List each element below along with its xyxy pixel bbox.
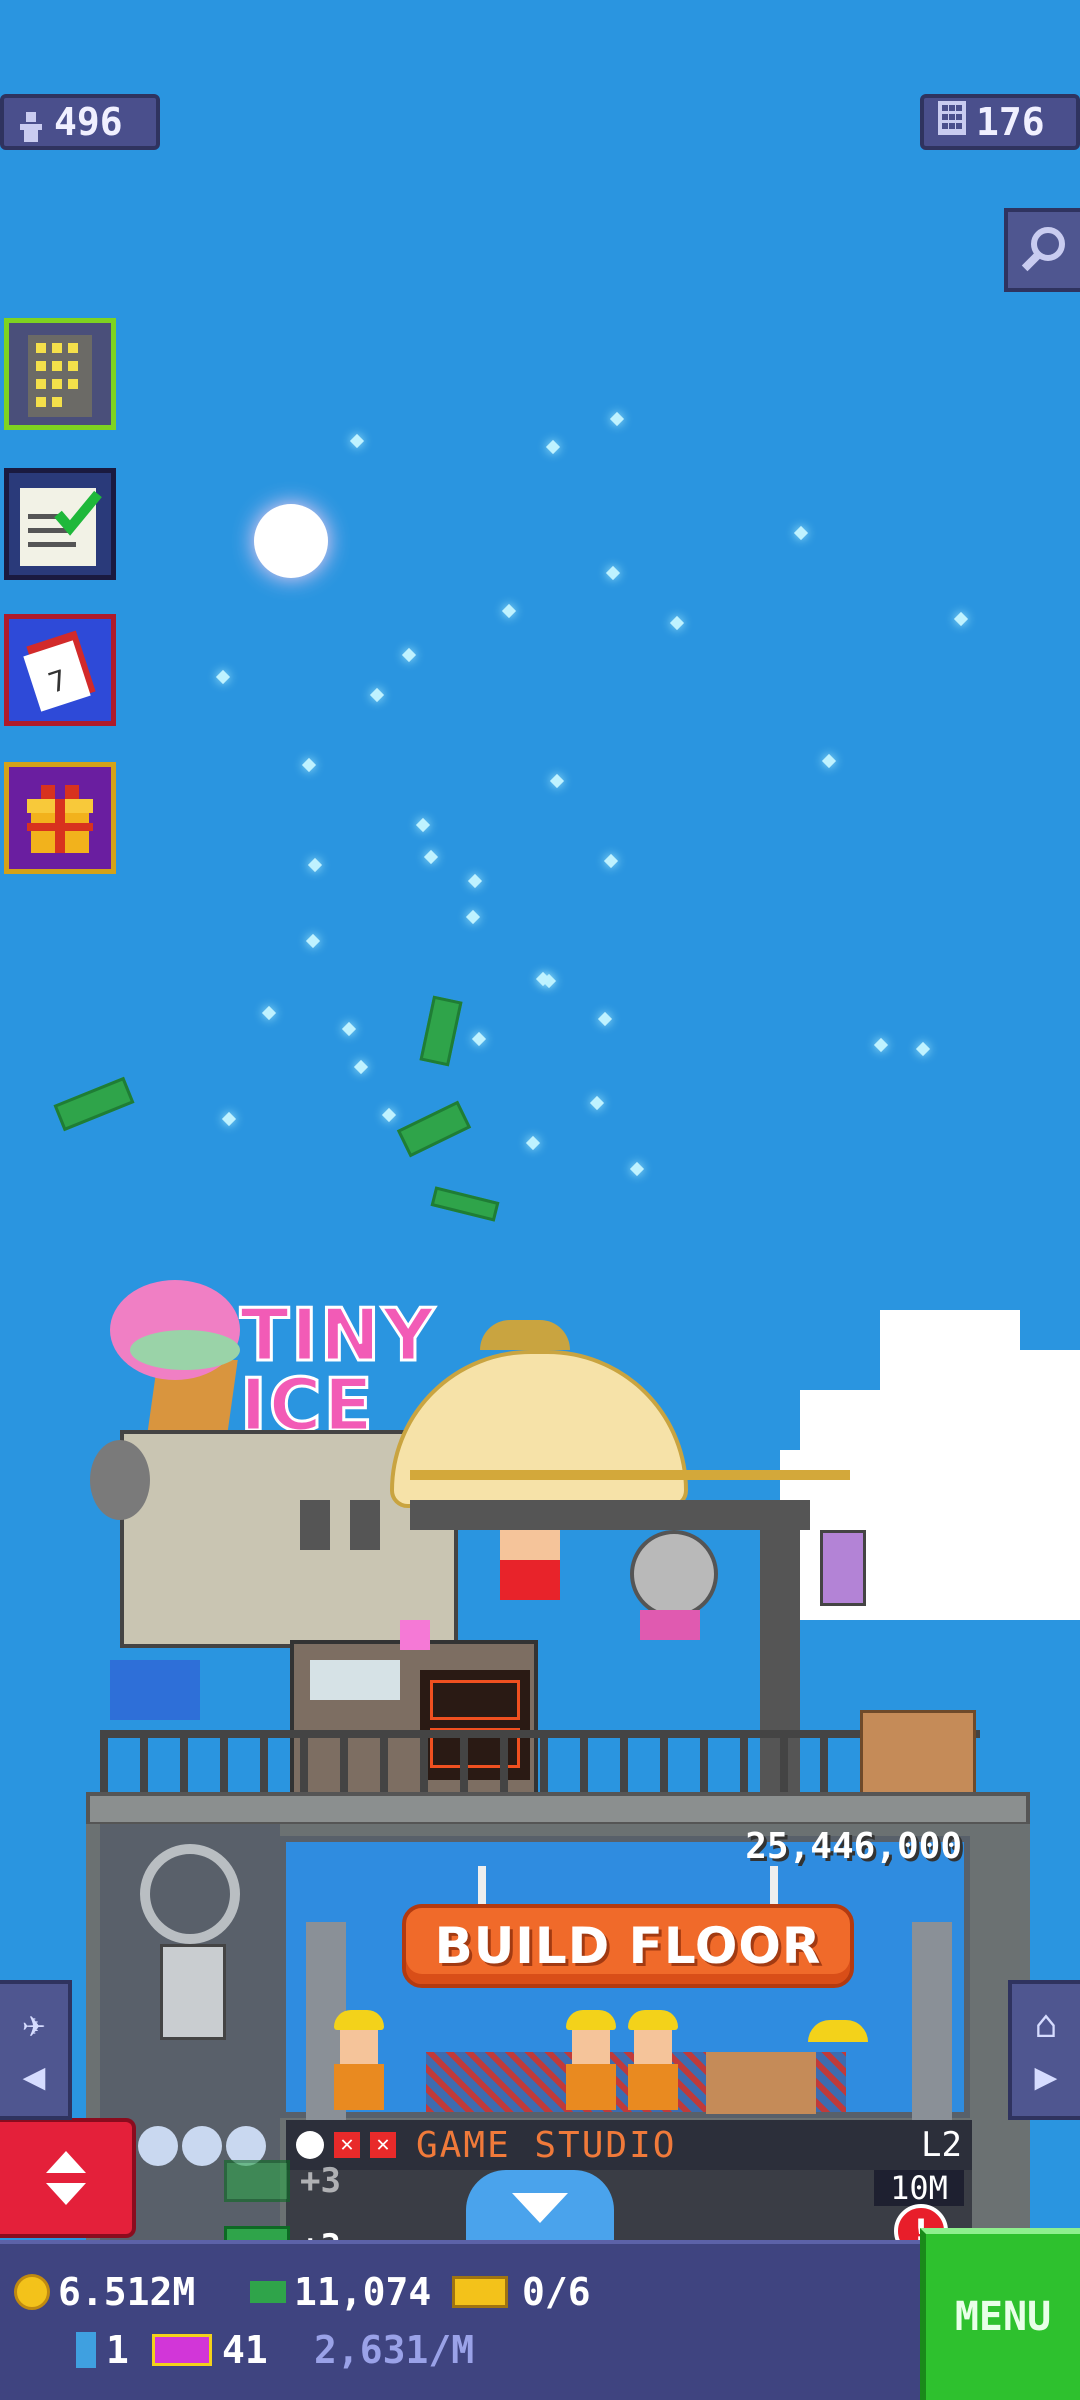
chevron-down-icon: [512, 2193, 568, 2223]
home-icon: ⌂: [1034, 2002, 1058, 2046]
gift-button[interactable]: [4, 762, 116, 874]
chevron-left-icon: ◀: [22, 2054, 46, 2098]
elevator-button[interactable]: [0, 2118, 136, 2238]
population-value: 496: [54, 100, 123, 144]
build-cost: 25,446,000: [745, 1826, 962, 1867]
tower-roof-slab: [86, 1792, 1030, 1826]
down-arrow-icon: [46, 2183, 86, 2205]
floor-name: GAME STUDIO: [416, 2124, 677, 2166]
calendar-icon: 7: [23, 630, 96, 712]
coin-icon: [14, 2274, 50, 2310]
vip-ticket-icon: [452, 2276, 508, 2308]
tickets-value: 41: [222, 2328, 268, 2372]
vip-value: 0/6: [522, 2270, 591, 2314]
bottom-bar: 6.512M 11,074 0/6 1 41 2,631/M: [0, 2240, 924, 2400]
nav-left-button[interactable]: ✈ ◀: [0, 1980, 72, 2120]
building-grid-icon: [938, 100, 966, 144]
gift-icon: [27, 785, 93, 853]
bux-icon: [224, 2160, 290, 2202]
building-icon: [28, 335, 92, 417]
search-button[interactable]: [1004, 208, 1080, 292]
menu-button[interactable]: MENU: [920, 2228, 1080, 2400]
star-icon: [182, 2126, 222, 2166]
star-icon: [138, 2126, 178, 2166]
build-floor-button[interactable]: BUILD FLOOR: [402, 1904, 854, 1988]
bux-value: 11,074: [294, 2270, 432, 2314]
income-rate: 2,631/M: [314, 2328, 475, 2372]
bux-floater: +3: [224, 2160, 341, 2202]
up-arrow-icon: [46, 2151, 86, 2173]
bitizens-stat[interactable]: 1: [76, 2328, 129, 2372]
builder-3: [624, 2010, 682, 2110]
tower-menu-button[interactable]: [4, 318, 116, 430]
nav-right-button[interactable]: ⌂ ▶: [1008, 1980, 1080, 2120]
coins-stat[interactable]: 6.512M: [14, 2270, 195, 2314]
floors-value: 176: [976, 100, 1045, 144]
x-mark-icon: ✕: [334, 2132, 360, 2158]
firework-burst: [254, 504, 328, 578]
checklist-icon: [20, 488, 102, 566]
bitizen-icon: [76, 2332, 96, 2368]
builder-1: [330, 2010, 388, 2110]
calendar-button[interactable]: 7: [4, 614, 116, 726]
airplane-icon: ✈: [22, 2002, 46, 2046]
tickets-stat[interactable]: 41: [152, 2328, 268, 2372]
population-counter[interactable]: 496: [0, 94, 160, 150]
chevron-right-icon: ▶: [1034, 2054, 1058, 2098]
magnifier-icon: [1021, 227, 1065, 272]
rooftop: TINY ICE: [90, 1260, 1010, 1806]
person-icon: [18, 107, 44, 142]
floors-counter[interactable]: 176: [920, 94, 1080, 150]
bitizens-value: 1: [106, 2328, 129, 2372]
scroll-down-button[interactable]: [466, 2170, 614, 2246]
build-floor-label: BUILD FLOOR: [434, 1917, 822, 1975]
clock-icon: [296, 2131, 324, 2159]
builder-2: [562, 2010, 620, 2110]
floor-value: 10M: [874, 2170, 964, 2206]
menu-label: MENU: [954, 2294, 1052, 2340]
vip-stat[interactable]: 0/6: [452, 2270, 591, 2314]
floor-level: L2: [921, 2125, 962, 2165]
floor-info-strip[interactable]: ✕ ✕ GAME STUDIO L2: [286, 2120, 972, 2170]
missions-button[interactable]: [4, 468, 116, 580]
bux-stat[interactable]: 11,074: [250, 2270, 431, 2314]
coins-value: 6.512M: [58, 2270, 196, 2314]
x-mark-icon: ✕: [370, 2132, 396, 2158]
bux-icon: [250, 2281, 286, 2303]
lower-floor: [286, 2170, 972, 2250]
ticket-icon: [152, 2334, 212, 2366]
